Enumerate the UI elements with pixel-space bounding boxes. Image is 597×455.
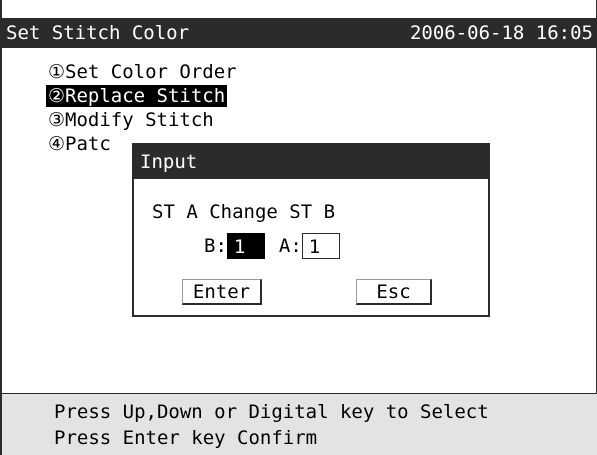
screen-title: Set Stitch Color xyxy=(6,22,190,44)
help-line-1: Press Up,Down or Digital key to Select xyxy=(54,401,489,423)
enter-button[interactable]: Enter xyxy=(182,279,262,305)
help-footer: Press Up,Down or Digital key to Select P… xyxy=(2,393,597,455)
menu-item-label: ②Replace Stitch xyxy=(46,85,228,107)
datetime-display: 2006-06-18 16:05 xyxy=(409,22,593,44)
menu-item-label: ④Patc xyxy=(48,133,111,155)
field-row: B: 1 A: 1 xyxy=(204,233,340,261)
menu-item-label: ③Modify Stitch xyxy=(48,109,214,131)
dialog-prompt: ST A Change ST B xyxy=(152,201,336,223)
help-line-2: Press Enter key Confirm xyxy=(54,427,318,449)
menu-item-modify-stitch[interactable]: ③Modify Stitch xyxy=(46,108,239,132)
field-b-input[interactable]: 1 xyxy=(226,233,265,259)
dialog-title: Input xyxy=(134,145,488,179)
menu-item-replace-stitch[interactable]: ②Replace Stitch xyxy=(46,84,239,108)
menu-item-set-color-order[interactable]: ①Set Color Order xyxy=(46,60,239,84)
screen-frame: Set Stitch Color 2006-06-18 16:05 ①Set C… xyxy=(0,0,597,455)
input-dialog: Input ST A Change ST B B: 1 A: 1 Enter Esc xyxy=(132,143,490,317)
field-a-label: A: xyxy=(278,235,302,257)
field-b-label: B: xyxy=(204,235,227,257)
title-bar: Set Stitch Color 2006-06-18 16:05 xyxy=(2,18,597,48)
menu-list: ①Set Color Order ②Replace Stitch ③Modify… xyxy=(46,60,239,156)
field-a-input[interactable]: 1 xyxy=(301,233,340,259)
esc-button[interactable]: Esc xyxy=(356,279,432,305)
menu-item-label: ①Set Color Order xyxy=(48,61,237,83)
